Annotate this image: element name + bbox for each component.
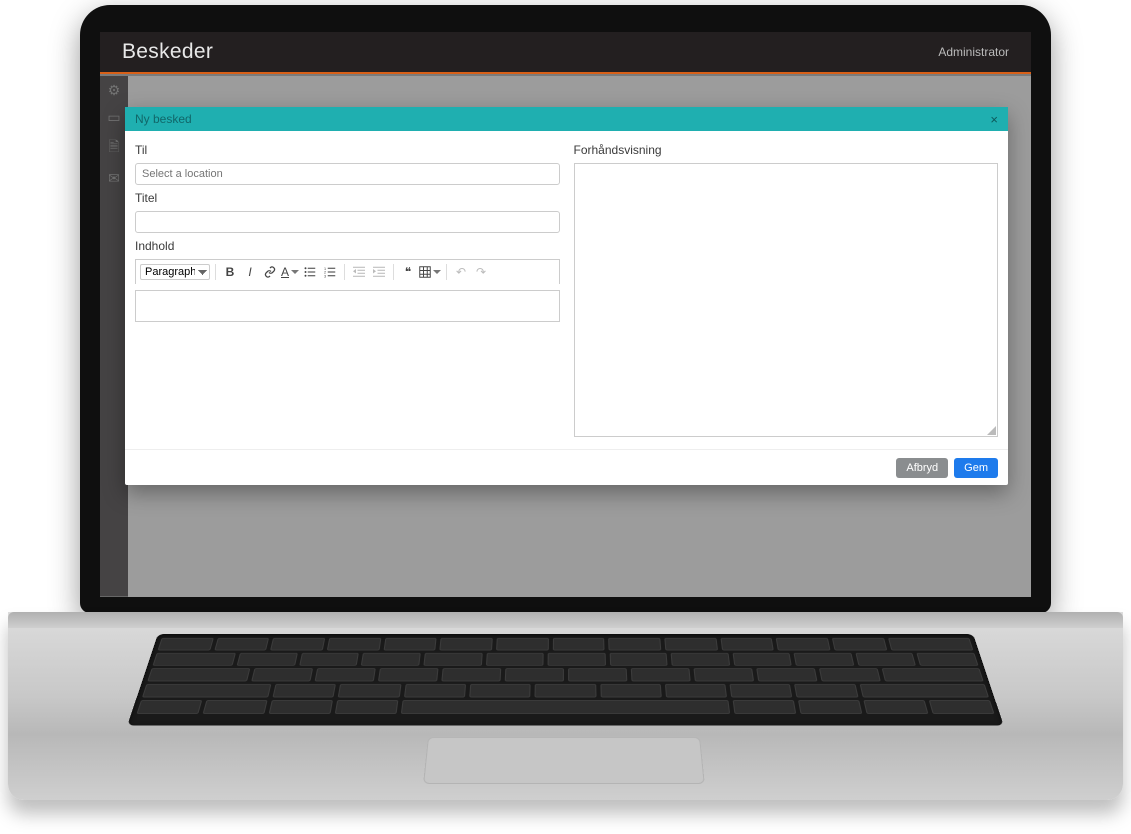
laptop-base [8,612,1123,800]
laptop-keyboard [127,634,1003,725]
modal-footer: Afbryd Gem [125,449,1008,485]
svg-text:3: 3 [324,274,326,278]
to-location-select[interactable] [135,163,560,185]
modal-title: Ny besked [135,112,192,126]
indent-button[interactable] [370,263,388,281]
resize-handle-icon[interactable] [987,426,996,435]
font-color-button[interactable]: A [281,263,299,281]
numbered-list-button[interactable]: 123 [321,263,339,281]
redo-button[interactable]: ↷ [472,263,490,281]
bullet-list-button[interactable] [301,263,319,281]
link-button[interactable] [261,263,279,281]
content-label: Indhold [135,239,560,253]
screen: Beskeder Administrator ⚙ ▭ 🗎 ✉ Ny besked… [100,32,1031,597]
italic-button[interactable]: I [241,263,259,281]
blockquote-button[interactable]: ❝ [399,263,417,281]
laptop-trackpad [423,737,705,784]
preview-label: Forhåndsvisning [574,143,999,157]
cancel-button[interactable]: Afbryd [896,458,948,478]
close-icon[interactable]: × [990,112,998,127]
modal-body: Til Titel Indhold Paragraph B I [125,131,1008,449]
title-label: Titel [135,191,560,205]
table-button[interactable] [419,263,441,281]
outdent-button[interactable] [350,263,368,281]
content-editor[interactable] [135,290,560,322]
modal-header: Ny besked × [125,107,1008,131]
save-button[interactable]: Gem [954,458,998,478]
preview-area [574,163,999,437]
current-user-label: Administrator [938,45,1009,59]
form-column: Til Titel Indhold Paragraph B I [135,143,560,437]
preview-column: Forhåndsvisning [574,143,999,437]
editor-toolbar: Paragraph B I A 123 [135,259,560,284]
bold-button[interactable]: B [221,263,239,281]
to-label: Til [135,143,560,157]
app-header: Beskeder Administrator [100,32,1031,74]
paragraph-style-select[interactable]: Paragraph [140,264,210,280]
laptop-frame: Beskeder Administrator ⚙ ▭ 🗎 ✉ Ny besked… [0,0,1131,834]
new-message-modal: Ny besked × Til Titel Indhold Paragraph [125,107,1008,485]
undo-button[interactable]: ↶ [452,263,470,281]
title-input[interactable] [135,211,560,233]
page-title: Beskeder [122,40,213,64]
